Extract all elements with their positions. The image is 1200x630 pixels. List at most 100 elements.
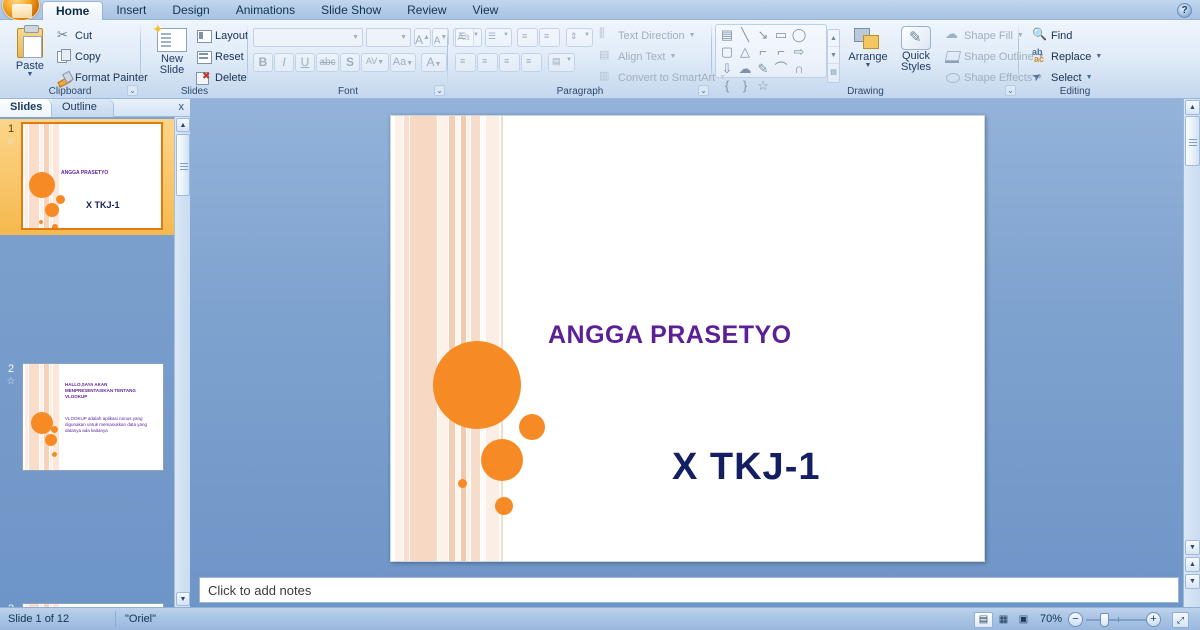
tab-view[interactable]: View xyxy=(460,0,512,20)
tab-design[interactable]: Design xyxy=(159,0,222,20)
arrow-shape-icon[interactable]: ↘ xyxy=(754,27,772,44)
elbow-arrow-connector-icon[interactable]: ⌐ xyxy=(772,44,790,61)
convert-smartart-button[interactable]: ▥ Convert to SmartArt ▼ xyxy=(599,70,726,85)
clipboard-dialog-launcher[interactable]: ⌄ xyxy=(127,85,138,96)
font-name-input[interactable]: ▼ xyxy=(253,28,363,47)
new-slide-button[interactable]: New Slide xyxy=(150,26,194,76)
reset-button[interactable]: Reset xyxy=(196,49,244,64)
slide-subtitle-text[interactable]: X TKJ-1 xyxy=(672,446,820,489)
slide-title-text[interactable]: ANGGA PRASETYO xyxy=(548,321,792,350)
help-icon[interactable]: ? xyxy=(1177,3,1192,18)
textbox-shape-icon[interactable]: ▤ xyxy=(718,27,736,44)
select-button[interactable]: Select ▼ xyxy=(1032,70,1093,85)
tab-review[interactable]: Review xyxy=(394,0,459,20)
scrollbar-thumb[interactable] xyxy=(1185,116,1200,166)
slide-show-button[interactable]: ▣ xyxy=(1014,612,1033,628)
find-button[interactable]: Find xyxy=(1032,28,1072,43)
cloud-shape-icon[interactable]: ☁ xyxy=(736,61,754,78)
close-panel-icon[interactable]: x xyxy=(179,101,185,113)
fit-to-window-button[interactable]: ⤢ xyxy=(1172,612,1189,628)
thumbnail-slide-2[interactable]: 2 ☆ xyxy=(0,357,174,477)
tab-animations[interactable]: Animations xyxy=(223,0,308,20)
bold-button[interactable]: B xyxy=(253,53,273,72)
character-spacing-button[interactable]: AV▼ xyxy=(361,53,389,72)
underline-button[interactable]: U xyxy=(295,53,315,72)
tab-outline[interactable]: Outline xyxy=(52,99,114,117)
shapes-scroll-up-button[interactable]: ▲ xyxy=(828,30,839,47)
font-color-button[interactable]: A▼ xyxy=(421,53,447,72)
justify-button[interactable]: ≡ xyxy=(521,53,542,72)
tab-home[interactable]: Home xyxy=(42,1,103,20)
oval-shape-icon[interactable]: ◯ xyxy=(790,27,808,44)
grow-font-button[interactable]: A▲ xyxy=(414,28,431,47)
thumbnail-slide-1[interactable]: 1 ☆ xyxy=(0,117,174,237)
group-label-font: Font xyxy=(249,86,447,97)
freeform-shape-icon[interactable]: ✎ xyxy=(754,61,772,78)
scroll-up-button[interactable]: ▲ xyxy=(176,118,190,132)
numbering-button[interactable]: ☰▼ xyxy=(485,28,512,47)
strikethrough-button[interactable]: abc xyxy=(316,53,339,72)
drawing-dialog-launcher[interactable]: ⌄ xyxy=(1005,85,1016,96)
tab-slide-show[interactable]: Slide Show xyxy=(308,0,394,20)
replace-button[interactable]: Replace ▼ xyxy=(1032,49,1102,64)
arrange-button[interactable]: Arrange ▼ xyxy=(845,26,891,69)
align-text-button[interactable]: ▤ Align Text ▼ xyxy=(599,49,676,64)
shapes-gallery-scrollbar[interactable]: ▲ ▼ ▤ xyxy=(827,29,840,83)
zoom-in-button[interactable]: + xyxy=(1146,612,1161,627)
font-size-input[interactable]: ▼ xyxy=(366,28,411,47)
line-spacing-button[interactable]: ⇕▼ xyxy=(566,28,593,47)
bullets-button[interactable]: ☰▼ xyxy=(455,28,482,47)
text-direction-button[interactable]: ⫼ Text Direction ▼ xyxy=(599,28,696,43)
zoom-slider-thumb[interactable] xyxy=(1100,613,1109,627)
increase-indent-button[interactable]: ≡ xyxy=(539,28,560,47)
scroll-down-button[interactable]: ▼ xyxy=(176,592,190,606)
shapes-more-button[interactable]: ▤ xyxy=(828,64,839,81)
text-shadow-button[interactable]: S xyxy=(340,53,360,72)
previous-slide-button[interactable]: ▲ xyxy=(1185,557,1200,572)
scrollbar-thumb[interactable] xyxy=(176,134,190,196)
line-shape-icon[interactable]: ╲ xyxy=(736,27,754,44)
change-case-button[interactable]: Aa▼ xyxy=(390,53,416,72)
align-center-button[interactable]: ≡ xyxy=(477,53,498,72)
scroll-up-button[interactable]: ▲ xyxy=(1185,100,1200,115)
curve-shape-icon[interactable]: ⌒ xyxy=(772,61,790,78)
thumbnail-slide-3[interactable]: 3 ☆ xyxy=(0,597,174,607)
scroll-down-button[interactable]: ▼ xyxy=(1185,540,1200,555)
paste-button[interactable]: Paste ▼ xyxy=(8,26,52,84)
slides-panel-scrollbar[interactable]: ▲ ▼ xyxy=(174,117,190,607)
slide-canvas[interactable]: ANGGA PRASETYO X TKJ-1 xyxy=(390,115,985,562)
rounded-rectangle-shape-icon[interactable]: ▢ xyxy=(718,44,736,61)
slide-sorter-button[interactable]: ▦ xyxy=(994,612,1013,628)
office-button-icon[interactable] xyxy=(2,0,40,21)
arc-shape-icon[interactable]: ∩ xyxy=(790,61,808,78)
slide-thumbnail-list[interactable]: 1 ☆ xyxy=(0,117,174,607)
align-left-button[interactable]: ≡ xyxy=(455,53,476,72)
triangle-shape-icon[interactable]: △ xyxy=(736,44,754,61)
elbow-connector-icon[interactable]: ⌐ xyxy=(754,44,772,61)
font-dialog-launcher[interactable]: ⌄ xyxy=(434,85,445,96)
columns-button[interactable]: ▤▼ xyxy=(548,53,575,72)
delete-slide-button[interactable]: Delete xyxy=(196,70,247,85)
next-slide-button[interactable]: ▼ xyxy=(1185,574,1200,589)
zoom-out-button[interactable]: − xyxy=(1068,612,1083,627)
zoom-slider-track[interactable] xyxy=(1086,619,1148,621)
format-painter-button[interactable]: Format Painter xyxy=(56,70,148,85)
right-arrow-shape-icon[interactable]: ⇨ xyxy=(790,44,808,61)
decrease-indent-button[interactable]: ≡ xyxy=(517,28,538,47)
shapes-gallery[interactable]: ▤ ╲ ↘ ▭ ◯ ▢ △ ⌐ ⌐ ⇨ ⇩ ☁ ✎ ⌒ ∩ { } ☆ ▲ xyxy=(715,24,827,78)
copy-button[interactable]: Copy xyxy=(56,49,101,64)
notes-pane[interactable]: Click to add notes xyxy=(199,577,1179,603)
tab-slides[interactable]: Slides xyxy=(0,99,52,117)
shapes-scroll-down-button[interactable]: ▼ xyxy=(828,47,839,64)
main-scrollbar[interactable]: ▲ ▼ ▲ ▼ xyxy=(1183,99,1200,607)
down-arrow-shape-icon[interactable]: ⇩ xyxy=(718,61,736,78)
normal-view-button[interactable]: ▤ xyxy=(974,612,993,628)
align-right-button[interactable]: ≡ xyxy=(499,53,520,72)
shape-fill-button[interactable]: Shape Fill ▼ xyxy=(945,28,1024,43)
paragraph-dialog-launcher[interactable]: ⌄ xyxy=(698,85,709,96)
quick-styles-button[interactable]: Quick Styles xyxy=(893,26,939,73)
cut-button[interactable]: Cut xyxy=(56,28,92,43)
tab-insert[interactable]: Insert xyxy=(103,0,159,20)
rectangle-shape-icon[interactable]: ▭ xyxy=(772,27,790,44)
italic-button[interactable]: I xyxy=(274,53,294,72)
